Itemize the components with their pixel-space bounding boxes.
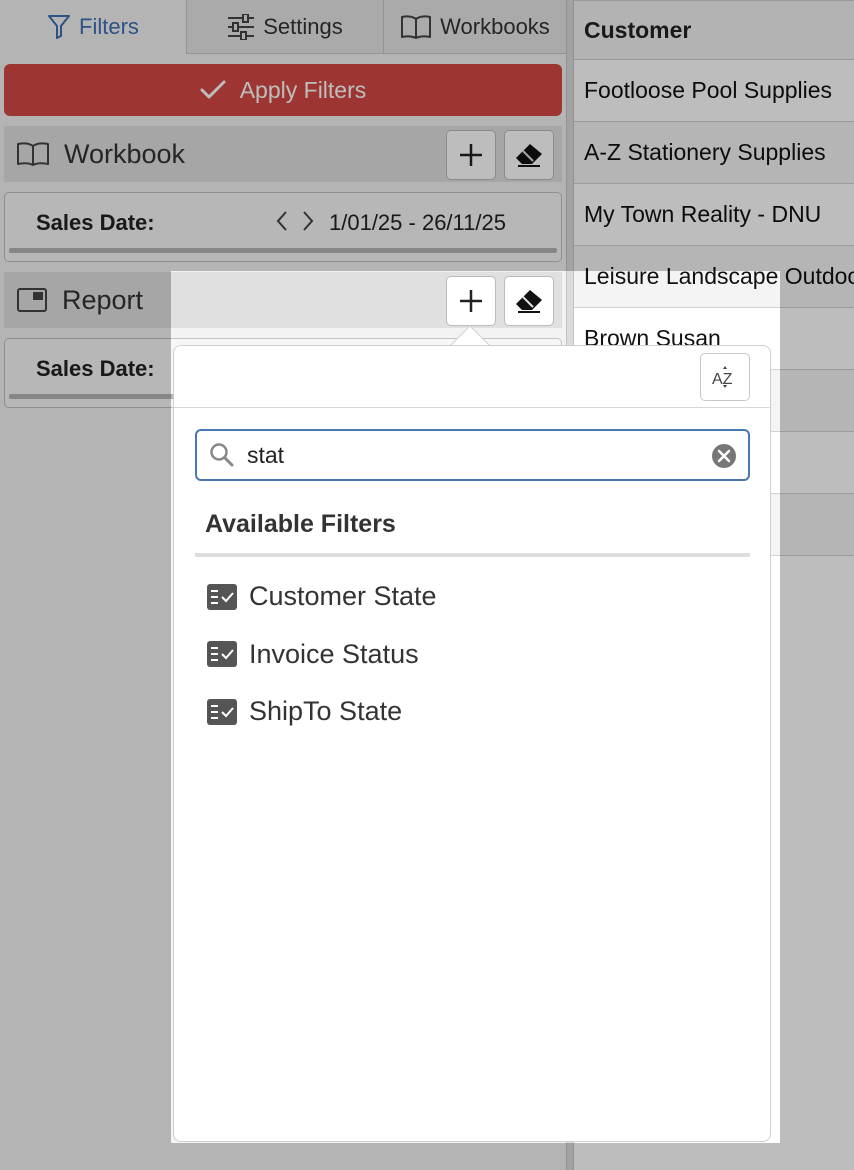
add-report-filter-button[interactable]	[446, 276, 496, 326]
checklist-icon	[206, 640, 238, 668]
checklist-icon	[206, 583, 238, 611]
eraser-icon	[516, 290, 542, 313]
filter-search-input[interactable]	[247, 441, 687, 469]
filter-option-label: Customer State	[249, 581, 437, 612]
filter-option-customer-state[interactable]: Customer State	[206, 568, 437, 626]
available-filters-list: Customer State Invoice Status ShipTo Sta…	[206, 568, 437, 741]
clear-report-filters-button[interactable]	[504, 276, 554, 326]
clear-search-icon[interactable]	[711, 443, 737, 469]
modal-backdrop[interactable]	[0, 0, 854, 271]
sort-az-button[interactable]: AZ	[700, 353, 750, 401]
filter-option-shipto-state[interactable]: ShipTo State	[206, 683, 437, 741]
filter-option-label: Invoice Status	[249, 638, 419, 669]
divider	[195, 553, 750, 557]
search-icon	[209, 442, 235, 468]
popover-toolbar: AZ	[174, 346, 770, 408]
sort-az-icon: AZ	[712, 366, 733, 388]
filter-option-invoice-status[interactable]: Invoice Status	[206, 626, 437, 684]
add-filter-popover: AZ Available Filters Customer State Invo…	[173, 345, 771, 1142]
modal-backdrop[interactable]	[0, 271, 171, 1170]
modal-backdrop[interactable]	[171, 1143, 780, 1170]
modal-backdrop[interactable]	[780, 271, 854, 1170]
available-filters-title: Available Filters	[205, 510, 396, 538]
checklist-icon	[206, 698, 238, 726]
filter-option-label: ShipTo State	[249, 696, 403, 727]
filter-search-box	[195, 429, 750, 481]
plus-icon	[460, 290, 482, 312]
sort-az-text: AZ	[712, 371, 733, 388]
